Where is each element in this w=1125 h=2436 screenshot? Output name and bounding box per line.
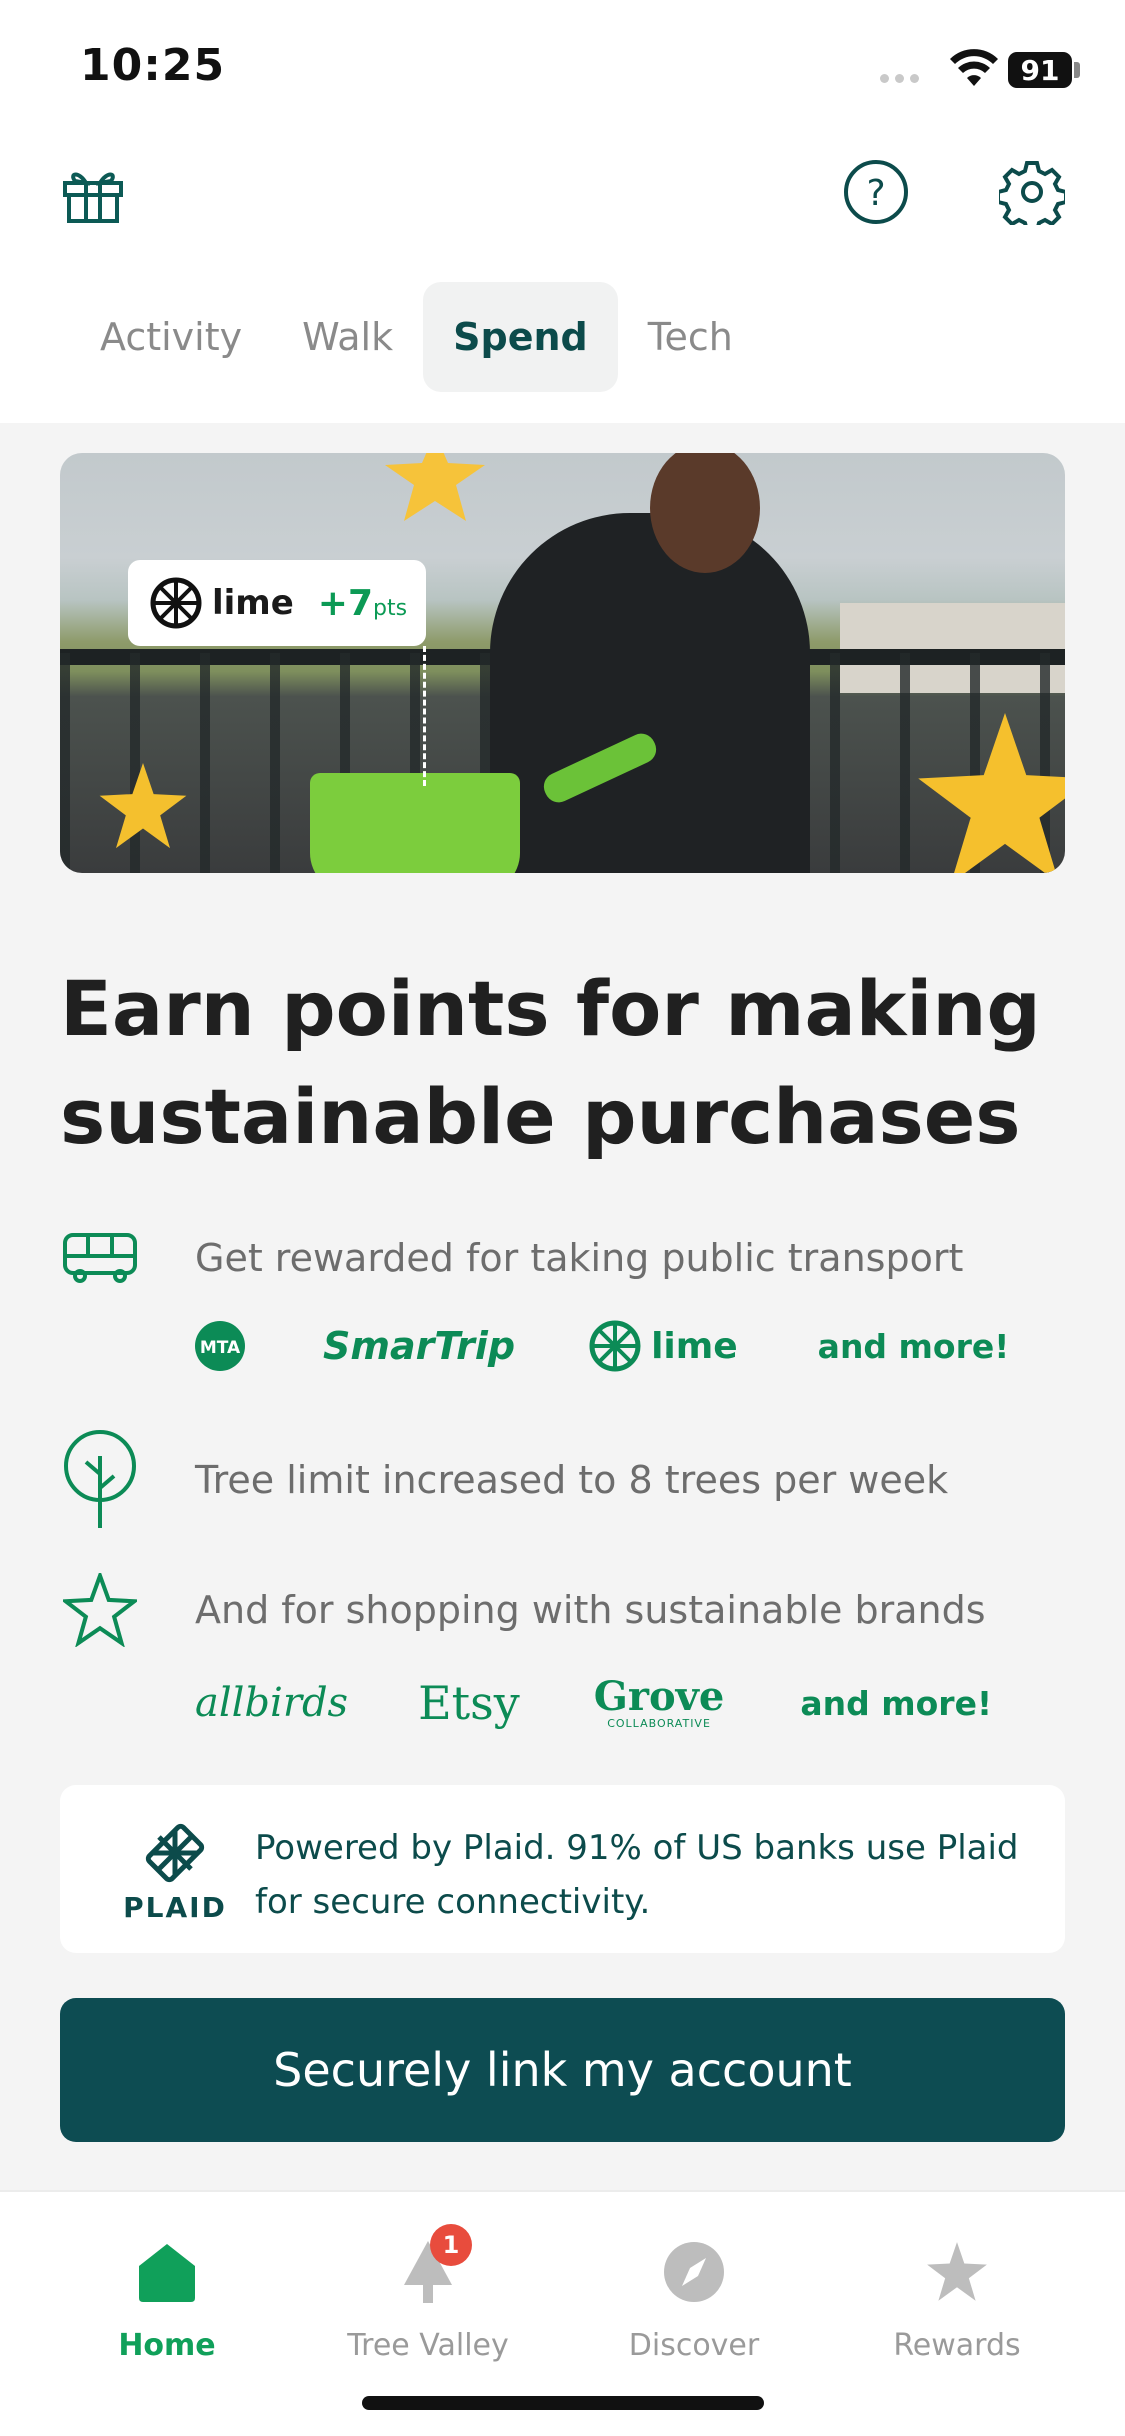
lime-logo-icon xyxy=(589,1320,641,1372)
cellular-signal-icon xyxy=(880,74,919,83)
battery-cap xyxy=(1074,62,1080,78)
svg-text:MTA: MTA xyxy=(200,1338,241,1358)
home-icon xyxy=(127,2232,207,2312)
grove-logo: Grove COLLABORATIVE xyxy=(593,1672,725,1730)
lime-badge-points: +7pts xyxy=(317,582,408,624)
tab-spend[interactable]: Spend xyxy=(423,282,618,392)
nav-tree-valley[interactable]: 1 Tree Valley xyxy=(318,2224,538,2363)
nav-rewards[interactable]: Rewards xyxy=(847,2232,1067,2363)
status-time: 10:25 xyxy=(80,40,226,91)
nav-label: Discover xyxy=(628,2328,760,2363)
feature-shopping: And for shopping with sustainable brands xyxy=(60,1570,986,1650)
smartrip-logo: SmarTrip xyxy=(323,1324,516,1368)
nav-label: Tree Valley xyxy=(347,2328,509,2363)
allbirds-logo: allbirds xyxy=(195,1680,349,1726)
hero-image: lime +7pts xyxy=(60,453,1065,873)
plaid-wordmark: PLAID xyxy=(123,1891,227,1924)
tree-icon xyxy=(60,1430,140,1530)
battery-indicator: 91 xyxy=(1008,52,1072,88)
link-account-button[interactable]: Securely link my account xyxy=(60,1998,1065,2142)
nav-home[interactable]: Home xyxy=(57,2232,277,2363)
category-tabs: Activity Walk Spend Tech xyxy=(70,282,763,392)
shopping-more-link: and more! xyxy=(800,1683,993,1723)
grove-brand-name: Grove xyxy=(593,1672,725,1720)
transport-more-link: and more! xyxy=(817,1326,1010,1366)
home-indicator xyxy=(362,2396,764,2410)
gift-icon[interactable] xyxy=(58,158,128,228)
etsy-logo: Etsy xyxy=(418,1676,520,1730)
compass-icon xyxy=(654,2232,734,2312)
nav-label: Rewards xyxy=(893,2328,1021,2363)
feature-text: Get rewarded for taking public transport xyxy=(195,1236,964,1280)
star-decoration-icon xyxy=(99,763,187,849)
hero-rider xyxy=(490,513,810,873)
tab-walk[interactable]: Walk xyxy=(272,282,423,392)
star-decoration-icon xyxy=(918,713,1065,873)
feature-tree-limit: Tree limit increased to 8 trees per week xyxy=(60,1430,948,1530)
nav-label: Home xyxy=(118,2328,216,2363)
star-outline-icon xyxy=(60,1570,140,1650)
help-icon[interactable]: ? xyxy=(842,158,910,226)
star-icon xyxy=(917,2232,997,2312)
lime-badge-brand: lime xyxy=(212,583,294,623)
tab-activity[interactable]: Activity xyxy=(70,282,272,392)
plaid-logo: PLAID xyxy=(120,1823,230,1924)
feature-text: And for shopping with sustainable brands xyxy=(195,1588,986,1632)
hero-basket xyxy=(310,773,520,873)
grove-brand-sub: COLLABORATIVE xyxy=(607,1716,711,1730)
tab-tech[interactable]: Tech xyxy=(618,282,763,392)
plaid-info-card: PLAID Powered by Plaid. 91% of US banks … xyxy=(60,1785,1065,1953)
svg-text:?: ? xyxy=(866,173,885,214)
shopping-brands: allbirds Etsy Grove COLLABORATIVE and mo… xyxy=(195,1676,992,1730)
plaid-mark-icon xyxy=(145,1823,205,1883)
feature-transport: Get rewarded for taking public transport xyxy=(60,1218,963,1298)
nav-discover[interactable]: Discover xyxy=(584,2232,804,2363)
badge-pointer-line xyxy=(423,646,426,786)
notification-badge: 1 xyxy=(430,2224,472,2266)
gear-icon[interactable] xyxy=(998,158,1066,226)
transport-brands: MTA SmarTrip lime and more! xyxy=(195,1320,1009,1372)
page-title: Earn points for making sustainable purch… xyxy=(60,964,1041,1161)
lime-logo-icon xyxy=(150,577,202,629)
lime-brand-name: lime xyxy=(651,1325,738,1367)
tree-valley-icon: 1 xyxy=(388,2224,472,2312)
star-decoration-icon xyxy=(385,453,485,521)
mta-logo: MTA xyxy=(195,1321,245,1371)
header-area: 10:25 91 ? Activity Walk Spend Tech xyxy=(0,0,1125,423)
plaid-description: Powered by Plaid. 91% of US banks use Pl… xyxy=(255,1828,1019,1922)
bus-icon xyxy=(60,1218,140,1298)
feature-text: Tree limit increased to 8 trees per week xyxy=(195,1458,949,1502)
wifi-icon xyxy=(950,49,998,86)
lime-points-badge: lime +7pts xyxy=(128,560,426,646)
